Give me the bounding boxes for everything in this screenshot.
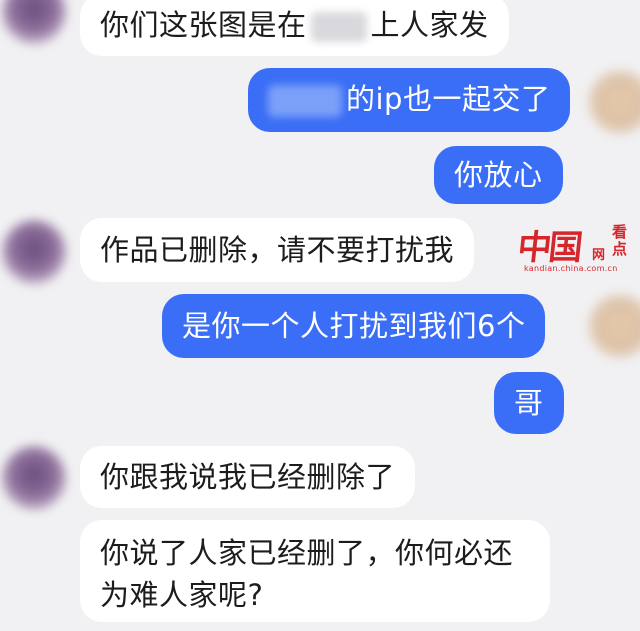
message-text: 上人家发	[370, 8, 489, 42]
china-com-cn-watermark: 中国 网 看点 kandian.china.com.cn	[515, 218, 627, 292]
message-text: 哥	[514, 386, 544, 420]
incoming-message[interactable]: 你跟我说我已经删除了	[80, 446, 416, 508]
incoming-message[interactable]: 你说了人家已经删了，你何必还为难人家呢?	[80, 520, 550, 622]
message-text: 是你一个人打扰到我们6个	[182, 309, 526, 343]
contact-avatar[interactable]	[2, 220, 66, 284]
watermark-logo: 中国	[515, 228, 582, 268]
message-text: 的ip也一起交了	[346, 82, 551, 116]
chat-thread: 你们这张图是在 上人家发 的ip也一起交了 你放心 作品已删除，请不要打扰我 中国…	[0, 0, 640, 631]
contact-avatar[interactable]	[2, 446, 66, 510]
redacted-text	[310, 12, 367, 42]
contact-avatar[interactable]	[2, 0, 66, 44]
message-text: 你们这张图是在	[100, 8, 307, 42]
user-avatar[interactable]	[588, 70, 640, 134]
message-text: 你跟我说我已经删除了	[100, 460, 396, 494]
redacted-text	[268, 85, 342, 117]
message-text: 你放心	[454, 158, 543, 192]
user-avatar[interactable]	[588, 294, 640, 358]
incoming-message[interactable]: 你们这张图是在 上人家发	[80, 0, 509, 56]
outgoing-message[interactable]: 的ip也一起交了	[248, 68, 571, 132]
outgoing-message[interactable]: 是你一个人打扰到我们6个	[162, 294, 546, 358]
message-text: 作品已删除，请不要打扰我	[100, 233, 455, 267]
watermark-side: 看点	[612, 223, 628, 258]
message-text: 你说了人家已经删了，你何必还为难人家呢?	[100, 536, 514, 612]
incoming-message[interactable]: 作品已删除，请不要打扰我	[80, 218, 475, 282]
outgoing-message[interactable]: 你放心	[434, 146, 563, 204]
watermark-net: 网	[592, 248, 606, 263]
outgoing-message[interactable]: 哥	[494, 372, 564, 434]
watermark-url: kandian.china.com.cn	[524, 264, 618, 273]
